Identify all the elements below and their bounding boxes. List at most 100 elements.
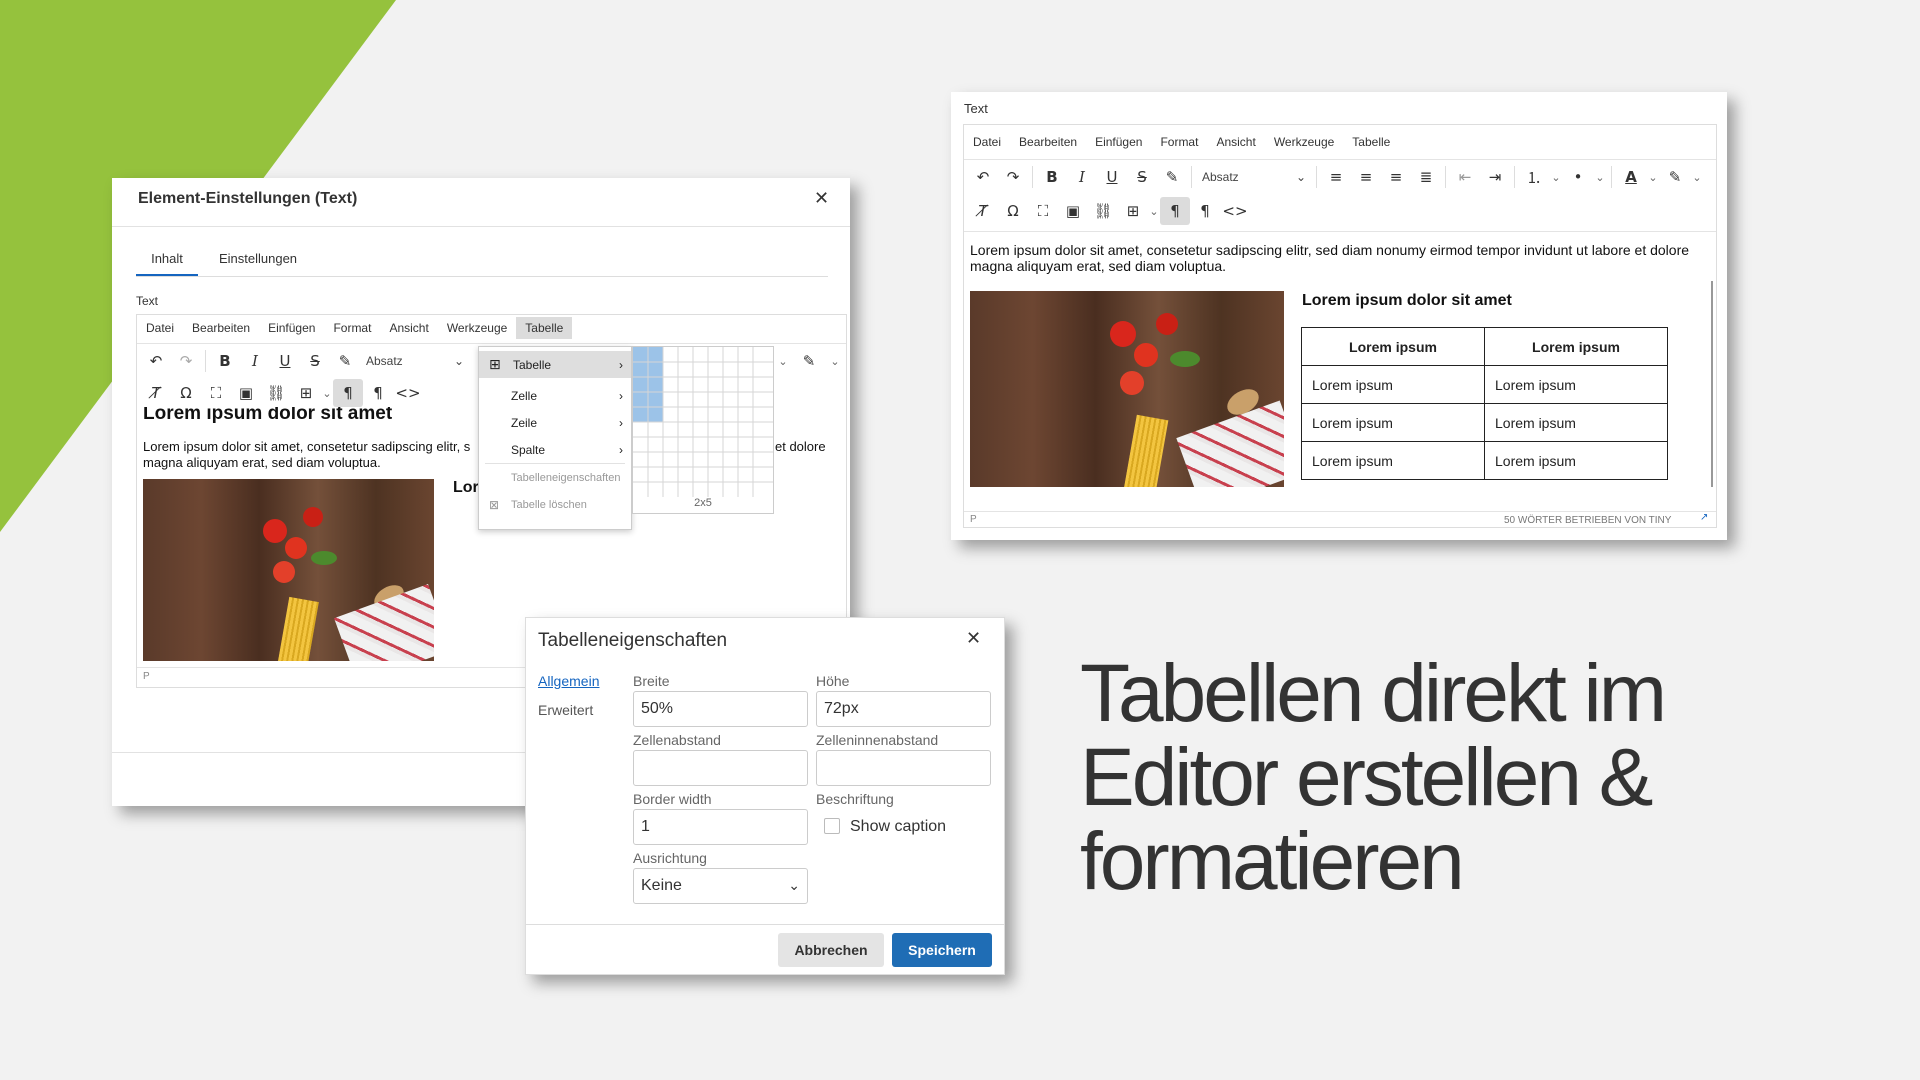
highlight-color-icon[interactable]: ✎ bbox=[1660, 163, 1690, 191]
link-icon[interactable]: ⛓ bbox=[261, 379, 291, 407]
italic-icon[interactable]: I bbox=[1067, 163, 1097, 191]
scrollbar[interactable] bbox=[1711, 281, 1713, 487]
breite-field[interactable]: 50% bbox=[633, 691, 808, 727]
save-button[interactable]: Speichern bbox=[892, 933, 992, 967]
menu-einfuegen[interactable]: Einfügen bbox=[1086, 131, 1151, 153]
strikethrough-icon[interactable]: S bbox=[1127, 163, 1157, 191]
clear-format-icon[interactable]: T̸ bbox=[141, 379, 171, 407]
border-width-field[interactable]: 1 bbox=[633, 809, 808, 845]
table-cell[interactable]: Lorem ipsum bbox=[1301, 441, 1485, 480]
rtl-icon[interactable]: ¶ bbox=[363, 379, 393, 407]
table-cell[interactable]: Lorem ipsum bbox=[1484, 441, 1668, 480]
table-cell[interactable]: Lorem ipsum bbox=[1301, 403, 1485, 442]
menu-item-tabelle[interactable]: ⊞ Tabelle › bbox=[479, 351, 631, 378]
strikethrough-icon[interactable]: S bbox=[300, 347, 330, 375]
menu-bearbeiten[interactable]: Bearbeiten bbox=[183, 317, 259, 339]
chevron-down-icon[interactable]: ⌄ bbox=[772, 347, 794, 375]
format-select[interactable]: Absatz ⌄ bbox=[360, 347, 470, 375]
grid-picker-cells[interactable] bbox=[633, 347, 773, 497]
table-cell[interactable]: Lorem ipsum bbox=[1484, 403, 1668, 442]
chevron-down-icon[interactable]: ⌄ bbox=[1549, 163, 1563, 191]
menu-item-zelle[interactable]: Zelle › bbox=[479, 382, 631, 409]
table-header-cell[interactable]: Lorem ipsum bbox=[1301, 327, 1485, 366]
chevron-down-icon[interactable]: ⌄ bbox=[1690, 163, 1704, 191]
menu-item-zeile[interactable]: Zeile › bbox=[479, 409, 631, 436]
fullscreen-icon[interactable]: ⛶ bbox=[1028, 197, 1058, 225]
format-select[interactable]: Absatz ⌄ bbox=[1196, 163, 1312, 191]
redo-icon[interactable]: ↷ bbox=[998, 163, 1028, 191]
link-icon[interactable]: ⛓ bbox=[1088, 197, 1118, 225]
chevron-down-icon[interactable]: ⌄ bbox=[1148, 197, 1160, 225]
menu-werkzeuge[interactable]: Werkzeuge bbox=[438, 317, 516, 339]
table-grid-picker[interactable]: 2x5 bbox=[632, 346, 774, 514]
ausrichtung-select[interactable]: Keine ⌄ bbox=[633, 868, 808, 904]
table-icon[interactable]: ⊞ bbox=[291, 379, 321, 407]
code-icon[interactable]: <> bbox=[393, 379, 423, 407]
menu-werkzeuge[interactable]: Werkzeuge bbox=[1265, 131, 1343, 153]
menu-format[interactable]: Format bbox=[1151, 131, 1207, 153]
close-icon[interactable]: ✕ bbox=[814, 188, 829, 209]
code-icon[interactable]: <> bbox=[1220, 197, 1250, 225]
menu-ansicht[interactable]: Ansicht bbox=[380, 317, 437, 339]
content-table[interactable]: Lorem ipsum Lorem ipsum Lorem ipsum Lore… bbox=[1301, 327, 1668, 480]
tab-allgemein[interactable]: Allgemein bbox=[538, 673, 599, 689]
image-icon[interactable]: ▣ bbox=[231, 379, 261, 407]
tab-einstellungen[interactable]: Einstellungen bbox=[210, 246, 306, 276]
highlight-icon[interactable]: ✎ bbox=[330, 347, 360, 375]
menu-datei[interactable]: Datei bbox=[964, 131, 1010, 153]
chevron-down-icon[interactable]: ⌄ bbox=[1646, 163, 1660, 191]
table-cell[interactable]: Lorem ipsum bbox=[1301, 365, 1485, 404]
align-right-icon[interactable]: ≡ bbox=[1381, 163, 1411, 191]
tab-inhalt[interactable]: Inhalt bbox=[136, 246, 198, 276]
highlight-color-icon[interactable]: ✎ bbox=[794, 347, 824, 375]
menu-datei[interactable]: Datei bbox=[137, 317, 183, 339]
special-char-icon[interactable]: Ω bbox=[998, 197, 1028, 225]
menu-ansicht[interactable]: Ansicht bbox=[1207, 131, 1264, 153]
undo-icon[interactable]: ↶ bbox=[141, 347, 171, 375]
numbered-list-icon[interactable]: ⒈ bbox=[1519, 163, 1549, 191]
cancel-button[interactable]: Abbrechen bbox=[778, 933, 884, 967]
menu-bearbeiten[interactable]: Bearbeiten bbox=[1010, 131, 1086, 153]
menu-einfuegen[interactable]: Einfügen bbox=[259, 317, 324, 339]
menu-tabelle[interactable]: Tabelle bbox=[1343, 131, 1399, 153]
zellenabstand-field[interactable] bbox=[633, 750, 808, 786]
clear-format-icon[interactable]: T̸ bbox=[968, 197, 998, 225]
close-icon[interactable]: ✕ bbox=[966, 628, 981, 649]
highlight-icon[interactable]: ✎ bbox=[1157, 163, 1187, 191]
rtl-icon[interactable]: ¶ bbox=[1190, 197, 1220, 225]
align-left-icon[interactable]: ≡ bbox=[1321, 163, 1351, 191]
tab-erweitert[interactable]: Erweitert bbox=[538, 702, 593, 718]
table-header-cell[interactable]: Lorem ipsum bbox=[1484, 327, 1668, 366]
table-icon[interactable]: ⊞ bbox=[1118, 197, 1148, 225]
menu-format[interactable]: Format bbox=[324, 317, 380, 339]
show-caption-checkbox[interactable] bbox=[824, 818, 840, 834]
outdent-icon[interactable]: ⇤ bbox=[1450, 163, 1480, 191]
underline-icon[interactable]: U bbox=[1097, 163, 1127, 191]
hoehe-field[interactable]: 72px bbox=[816, 691, 991, 727]
show-caption-label[interactable]: Show caption bbox=[850, 818, 946, 836]
special-char-icon[interactable]: Ω bbox=[171, 379, 201, 407]
align-center-icon[interactable]: ≡ bbox=[1351, 163, 1381, 191]
external-link-icon[interactable]: ↗ bbox=[1700, 512, 1708, 523]
menu-item-spalte[interactable]: Spalte › bbox=[479, 436, 631, 463]
chevron-down-icon[interactable]: ⌄ bbox=[824, 347, 846, 375]
text-color-icon[interactable]: A bbox=[1616, 163, 1646, 191]
redo-icon[interactable]: ↷ bbox=[171, 347, 201, 375]
align-justify-icon[interactable]: ≣ bbox=[1411, 163, 1441, 191]
ltr-icon[interactable]: ¶ bbox=[1160, 197, 1190, 225]
chevron-down-icon[interactable]: ⌄ bbox=[1593, 163, 1607, 191]
zelleninnenabstand-field[interactable] bbox=[816, 750, 991, 786]
bold-icon[interactable]: B bbox=[1037, 163, 1067, 191]
image-icon[interactable]: ▣ bbox=[1058, 197, 1088, 225]
indent-icon[interactable]: ⇥ bbox=[1480, 163, 1510, 191]
ltr-icon[interactable]: ¶ bbox=[333, 379, 363, 407]
chevron-down-icon[interactable]: ⌄ bbox=[321, 379, 333, 407]
fullscreen-icon[interactable]: ⛶ bbox=[201, 379, 231, 407]
underline-icon[interactable]: U bbox=[270, 347, 300, 375]
italic-icon[interactable]: I bbox=[240, 347, 270, 375]
menu-tabelle[interactable]: Tabelle bbox=[516, 317, 573, 339]
table-cell[interactable]: Lorem ipsum bbox=[1484, 365, 1668, 404]
bullet-list-icon[interactable]: • bbox=[1563, 163, 1593, 191]
undo-icon[interactable]: ↶ bbox=[968, 163, 998, 191]
bold-icon[interactable]: B bbox=[210, 347, 240, 375]
